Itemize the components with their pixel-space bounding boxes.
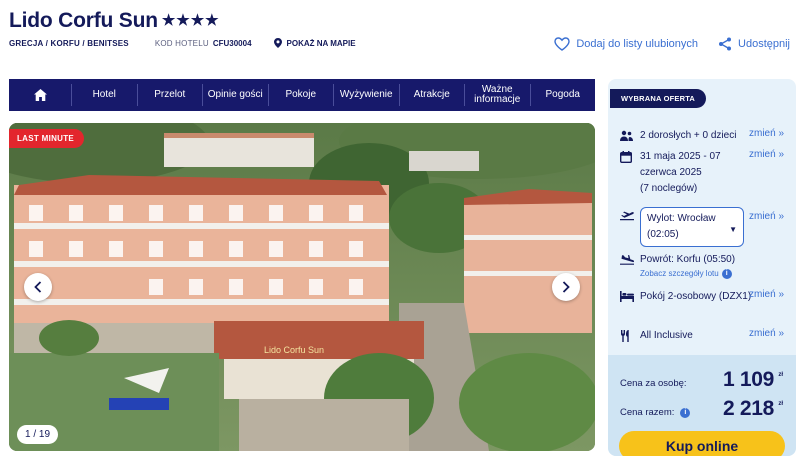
price-total-value: 2 218 (722, 397, 774, 420)
nav-reviews[interactable]: Opinie gości (202, 84, 268, 106)
nav-flight[interactable]: Przelot (136, 84, 203, 106)
show-map-link[interactable]: POKAŻ NA MAPIE (273, 38, 356, 48)
flight-details-link[interactable]: Zobacz szczegóły lotu i (640, 268, 758, 280)
header-actions: Dodaj do listy ulubionych Udostępnij (554, 37, 790, 51)
departure-flight-select[interactable]: Wylot: Wrocław (02:05) ▼ (640, 207, 744, 247)
offer-nights: (7 noclegów) (640, 183, 698, 194)
hotel-title: Lido Corfu Sun ★★★★ (9, 9, 220, 33)
price-per-person-currency: zł (778, 372, 783, 378)
heart-icon (554, 37, 571, 51)
offer-board-row: All Inclusive (620, 328, 758, 344)
offer-guests-row: 2 dorosłych + 0 dzieci (620, 128, 758, 144)
gallery-prev-button[interactable] (24, 273, 52, 301)
offer-return-row: Powrót: Korfu (05:50) Zobacz szczegóły l… (620, 252, 758, 280)
restaurant-sign-text: Lido Corfu Sun (264, 345, 324, 355)
nav-rooms[interactable]: Pokoje (267, 84, 334, 106)
chevron-right-icon (562, 281, 570, 293)
calendar-icon (620, 151, 632, 163)
share-button[interactable]: Udostępnij (718, 37, 790, 51)
price-total-label: Cena razem: (620, 407, 675, 418)
nav-home[interactable] (9, 89, 71, 101)
buy-online-button[interactable]: Kup online (619, 431, 785, 456)
hotel-code-label: KOD HOTELU (154, 38, 209, 48)
offer-room: Pokój 2-osobowy (DZX1) (640, 291, 752, 302)
hotel-navbar: Hotel Przelot Opinie gości Pokoje Wyżywi… (9, 79, 595, 111)
nav-board[interactable]: Wyżywienie (333, 84, 399, 106)
star-rating: ★★★★ (161, 12, 220, 29)
map-pin-icon (273, 38, 282, 48)
price-total-row: Cena razem: i 2 218 (620, 397, 774, 421)
add-to-favorites-button[interactable]: Dodaj do listy ulubionych (554, 37, 698, 51)
cutlery-icon (621, 330, 629, 342)
departure-flight-value: Wylot: Wrocław (02:05) (647, 213, 716, 240)
change-flight-link[interactable]: zmień » (749, 211, 784, 222)
share-label: Udostępnij (738, 38, 790, 50)
nav-important-info[interactable]: Ważne informacje (464, 84, 530, 106)
plane-arrival-icon (620, 255, 634, 265)
hotel-meta: GRECJA / KORFU / BENITSES KOD HOTELU CFU… (9, 38, 356, 48)
offer-board: All Inclusive (640, 330, 693, 341)
caret-down-icon: ▼ (729, 225, 737, 234)
bed-icon (620, 291, 634, 302)
chevron-left-icon (34, 281, 42, 293)
change-room-link[interactable]: zmień » (749, 289, 784, 300)
last-minute-badge: LAST MINUTE (9, 129, 85, 148)
show-map-label: POKAŻ NA MAPIE (286, 38, 356, 48)
selected-offer-panel: WYBRANA OFERTA 2 dorosłych + 0 dzieci zm… (608, 79, 796, 456)
offer-dates: 31 maja 2025 - 07 czerwca 2025 (640, 151, 721, 178)
plane-departure-icon (620, 211, 634, 221)
offer-guests: 2 dorosłych + 0 dzieci (640, 130, 737, 141)
nav-hotel[interactable]: Hotel (71, 84, 137, 106)
breadcrumb[interactable]: GRECJA / KORFU / BENITSES (9, 39, 129, 48)
offer-departure-row: Wylot: Wrocław (02:05) ▼ (620, 207, 744, 247)
hotel-photo: Lido Corfu Sun (9, 123, 595, 451)
home-icon (33, 89, 47, 101)
price-total-label-wrap: Cena razem: i (620, 407, 691, 418)
gallery-next-button[interactable] (552, 273, 580, 301)
hotel-code-value: CFU30004 (212, 38, 252, 48)
return-flight: Powrót: Korfu (05:50) (640, 254, 736, 265)
offer-room-row: Pokój 2-osobowy (DZX1) (620, 289, 758, 305)
people-icon (620, 130, 633, 141)
add-to-favorites-label: Dodaj do listy ulubionych (576, 38, 699, 50)
photo-gallery[interactable]: Lido Corfu Sun LAST MINUTE 1 / 19 (9, 123, 595, 451)
gallery-counter: 1 / 19 (17, 425, 59, 444)
change-guests-link[interactable]: zmień » (749, 128, 784, 139)
offer-dates-row: 31 maja 2025 - 07 czerwca 2025 (7 nocleg… (620, 149, 758, 197)
hotel-name: Lido Corfu Sun (9, 9, 158, 32)
selected-offer-badge: WYBRANA OFERTA (610, 89, 707, 108)
nav-weather[interactable]: Pogoda (529, 84, 596, 106)
share-icon (719, 37, 732, 51)
price-per-person-row: Cena za osobę: 1 109 (620, 368, 774, 392)
price-info-icon[interactable]: i (680, 407, 691, 418)
change-dates-link[interactable]: zmień » (749, 149, 784, 160)
price-total-currency: zł (778, 401, 783, 407)
info-icon: i (721, 269, 732, 279)
price-per-person-label: Cena za osobę: (620, 378, 687, 389)
nav-attractions[interactable]: Atrakcje (398, 84, 465, 106)
change-board-link[interactable]: zmień » (749, 328, 784, 339)
flight-details-label: Zobacz szczegóły lotu (640, 269, 719, 278)
price-per-person-value: 1 109 (722, 368, 774, 391)
hotel-page: Lido Corfu Sun ★★★★ GRECJA / KORFU / BENI… (0, 0, 800, 456)
